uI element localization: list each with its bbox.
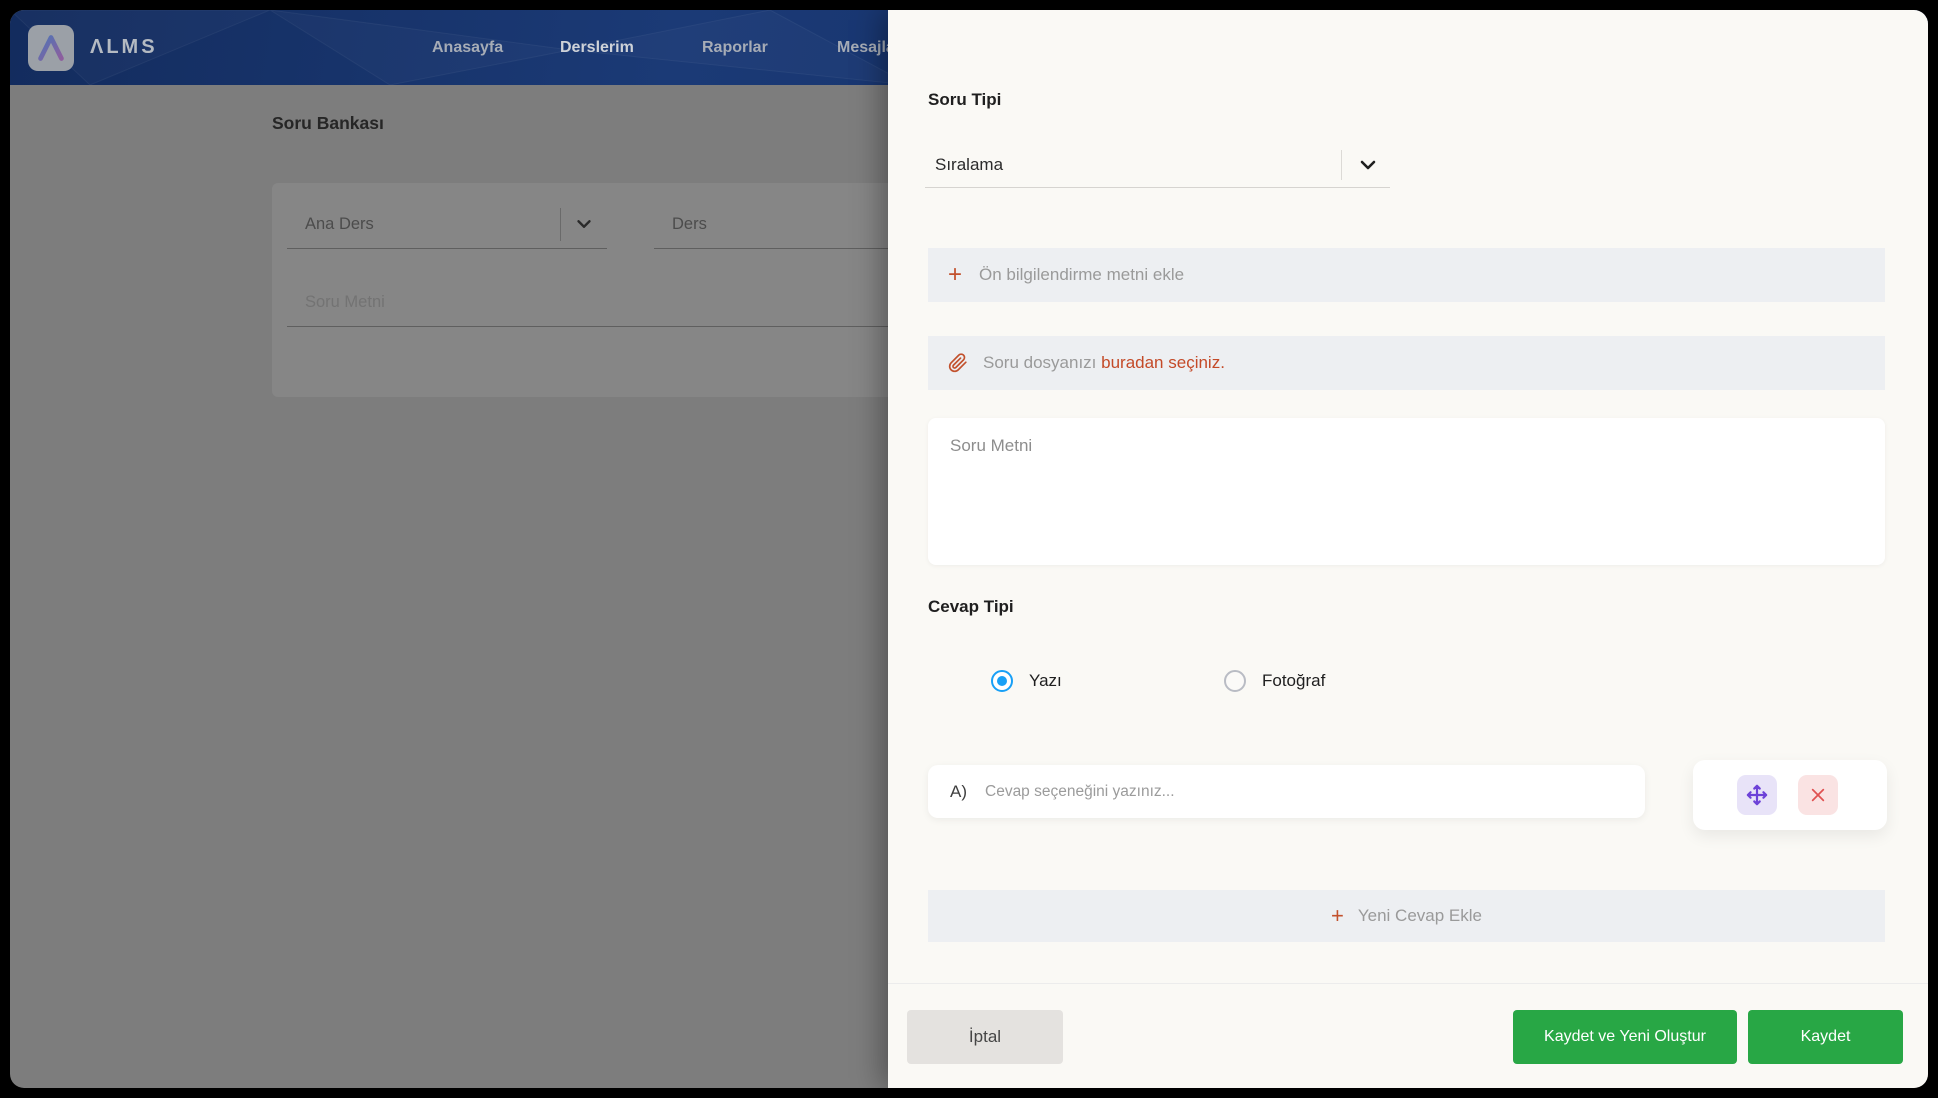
radio-fotograf-label: Fotoğraf (1262, 671, 1325, 691)
add-pre-info-button[interactable]: + Ön bilgilendirme metni ekle (928, 248, 1885, 302)
question-bank-filter-card: Ana Ders Ders Soru Metni (272, 183, 972, 397)
question-text-input[interactable] (928, 418, 1885, 565)
delete-answer-button[interactable] (1798, 775, 1838, 815)
move-icon (1746, 784, 1768, 806)
chevron-down-icon (1356, 153, 1380, 177)
alms-lambda-icon (32, 29, 70, 67)
page-title: Soru Bankası (272, 113, 384, 134)
brand-name: ΛLMS (90, 10, 158, 85)
radio-checked-icon (991, 670, 1013, 692)
drawer-footer: İptal Kaydet ve Yeni Oluştur Kaydet (888, 983, 1928, 1088)
plus-icon: + (948, 263, 962, 287)
select-divider (560, 208, 561, 241)
question-file-upload[interactable]: Soru dosyanızı buradan seçiniz. (928, 336, 1885, 390)
radio-option-yazi[interactable]: Yazı (991, 666, 1062, 696)
answer-actions-card (1693, 760, 1887, 830)
move-answer-button[interactable] (1737, 775, 1777, 815)
radio-yazi-label: Yazı (1029, 671, 1062, 691)
answer-option-prefix: A) (928, 782, 967, 802)
ana-ders-select: Ana Ders (287, 199, 607, 249)
answer-option-row: A) (928, 765, 1645, 818)
radio-option-fotograf[interactable]: Fotoğraf (1224, 666, 1325, 696)
answer-option-input[interactable] (967, 783, 1645, 801)
close-icon (1810, 787, 1826, 803)
chevron-down-icon (573, 213, 595, 240)
nav-item-anasayfa[interactable]: Anasayfa (432, 10, 503, 85)
question-file-prefix: Soru dosyanızı (983, 353, 1101, 372)
alms-logo[interactable] (28, 25, 74, 71)
add-pre-info-label: Ön bilgilendirme metni ekle (979, 265, 1184, 285)
cancel-button[interactable]: İptal (907, 1010, 1063, 1064)
add-answer-button[interactable]: + Yeni Cevap Ekle (928, 890, 1885, 942)
radio-unchecked-icon (1224, 670, 1246, 692)
question-editor-drawer: Soru Tipi Sıralama + Ön bilgilendirme me… (888, 10, 1928, 1088)
question-file-text: Soru dosyanızı buradan seçiniz. (983, 353, 1225, 373)
soru-tipi-label: Soru Tipi (928, 90, 1001, 110)
paperclip-icon (948, 352, 968, 374)
soru-metni-filter-label: Soru Metni (287, 277, 957, 327)
select-divider (1341, 150, 1342, 180)
add-answer-label: Yeni Cevap Ekle (1358, 906, 1482, 926)
save-and-new-button[interactable]: Kaydet ve Yeni Oluştur (1513, 1010, 1737, 1064)
soru-tipi-value: Sıralama (925, 155, 1003, 175)
nav-item-derslerim[interactable]: Derslerim (560, 10, 634, 85)
plus-icon: + (1331, 905, 1344, 927)
app-screen: Soru Bankası Ana Ders Ders Soru Metni (10, 10, 1928, 1088)
question-file-link[interactable]: buradan seçiniz. (1101, 353, 1225, 372)
soru-metni-filter-input: Soru Metni (287, 277, 957, 327)
save-button[interactable]: Kaydet (1748, 1010, 1903, 1064)
ana-ders-label: Ana Ders (287, 199, 607, 249)
cevap-tipi-label: Cevap Tipi (928, 597, 1014, 617)
soru-tipi-select[interactable]: Sıralama (925, 142, 1390, 188)
answer-type-radio-group: Yazı Fotoğraf (928, 666, 1528, 696)
nav-item-raporlar[interactable]: Raporlar (702, 10, 768, 85)
